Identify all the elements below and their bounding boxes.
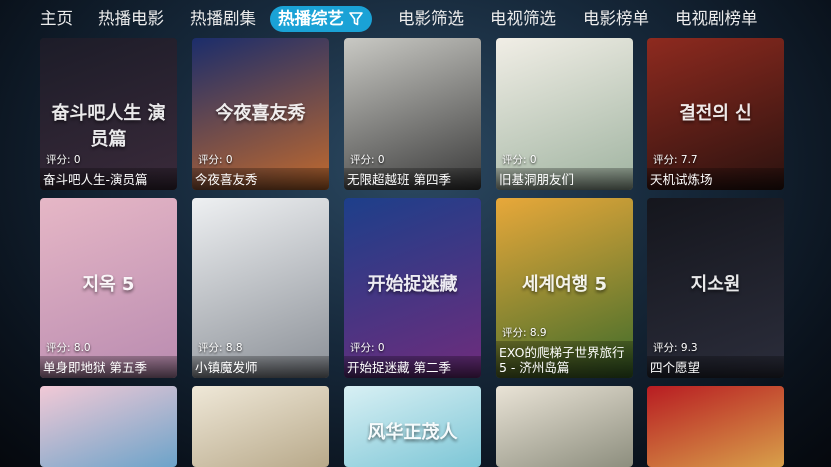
show-title: 旧基洞朋友们 — [496, 168, 633, 190]
rating-prefix: 评分: — [350, 154, 375, 166]
poster-title-art: 지옥 5 — [82, 274, 135, 295]
rating-value: 0 — [222, 154, 233, 166]
rating-label: 评分: 8.9 — [502, 325, 547, 340]
show-card[interactable]: 今夜喜友秀 今夜喜友秀 评分: 0 — [192, 38, 329, 190]
rating-value: 8.0 — [70, 342, 91, 354]
rating-value: 0 — [70, 154, 81, 166]
rating-prefix: 评分: — [198, 342, 223, 354]
rating-prefix: 评分: — [198, 154, 223, 166]
rating-label: 评分: 0 — [350, 152, 385, 167]
show-card[interactable]: 지옥 5 单身即地狱 第五季 评分: 8.0 — [40, 198, 177, 378]
rating-value: 8.8 — [222, 342, 243, 354]
show-title: 单身即地狱 第五季 — [40, 356, 177, 378]
show-title: 奋斗吧人生-演员篇 — [40, 168, 177, 190]
rating-label: 评分: 8.8 — [198, 340, 243, 355]
rating-value: 0 — [374, 154, 385, 166]
show-card[interactable] — [647, 386, 784, 467]
show-card[interactable] — [40, 386, 177, 467]
show-card[interactable]: 奋斗吧人生 演员篇 奋斗吧人生-演员篇 评分: 0 — [40, 38, 177, 190]
show-title: 小镇魔发师 — [192, 356, 329, 378]
rating-prefix: 评分: — [502, 154, 527, 166]
show-title: 开始捉迷藏 第二季 — [344, 356, 481, 378]
rating-label: 评分: 0 — [46, 152, 81, 167]
poster-image — [192, 386, 329, 467]
poster-title-art: 风华正茂人 — [367, 422, 458, 444]
rating-label: 评分: 7.7 — [653, 152, 698, 167]
rating-prefix: 评分: — [46, 342, 71, 354]
rating-label: 评分: 0 — [198, 152, 233, 167]
poster-title-art: 지소원 — [690, 274, 741, 295]
show-card[interactable]: 风华正茂人 — [344, 386, 481, 467]
poster-title-art: 今夜喜友秀 — [215, 102, 306, 124]
poster-image — [496, 386, 633, 467]
rating-label: 评分: 0 — [502, 152, 537, 167]
poster-title-art: 결전의 신 — [679, 102, 752, 124]
show-card[interactable]: 旧基洞朋友们 评分: 0 — [496, 38, 633, 190]
poster-title-art: 세계여행 5 — [521, 274, 608, 295]
rating-prefix: 评分: — [653, 154, 678, 166]
show-card[interactable]: 세계여행 5 EXO的爬梯子世界旅行5 - 济州岛篇 评分: 8.9 — [496, 198, 633, 378]
show-card[interactable]: 지소원 四个愿望 评分: 9.3 — [647, 198, 784, 378]
poster-title-art: 奋斗吧人生 演员篇 — [51, 102, 166, 150]
show-card[interactable]: 无限超越班 第四季 评分: 0 — [344, 38, 481, 190]
poster-image: 风华正茂人 — [344, 386, 481, 467]
show-card[interactable] — [496, 386, 633, 467]
show-title: EXO的爬梯子世界旅行5 - 济州岛篇 — [496, 341, 633, 378]
variety-show-grid: 奋斗吧人生 演员篇 奋斗吧人生-演员篇 评分: 0 今夜喜友秀 今夜喜友秀 评分: 0 无限… — [0, 0, 831, 467]
poster-image — [647, 386, 784, 467]
show-title: 无限超越班 第四季 — [344, 168, 481, 190]
rating-prefix: 评分: — [350, 342, 375, 354]
rating-value: 0 — [374, 342, 385, 354]
rating-value: 0 — [526, 154, 537, 166]
rating-prefix: 评分: — [502, 327, 527, 339]
rating-label: 评分: 9.3 — [653, 340, 698, 355]
poster-image — [40, 386, 177, 467]
rating-label: 评分: 8.0 — [46, 340, 91, 355]
rating-prefix: 评分: — [653, 342, 678, 354]
show-card[interactable]: 开始捉迷藏 开始捉迷藏 第二季 评分: 0 — [344, 198, 481, 378]
poster-title-art: 开始捉迷藏 — [367, 274, 458, 295]
show-title: 天机试炼场 — [647, 168, 784, 190]
show-title: 四个愿望 — [647, 356, 784, 378]
show-card[interactable]: 小镇魔发师 评分: 8.8 — [192, 198, 329, 378]
show-card[interactable]: 결전의 신 天机试炼场 评分: 7.7 — [647, 38, 784, 190]
rating-value: 8.9 — [526, 327, 547, 339]
rating-prefix: 评分: — [46, 154, 71, 166]
rating-label: 评分: 0 — [350, 340, 385, 355]
rating-value: 7.7 — [677, 154, 698, 166]
rating-value: 9.3 — [677, 342, 698, 354]
show-card[interactable] — [192, 386, 329, 467]
show-title: 今夜喜友秀 — [192, 168, 329, 190]
